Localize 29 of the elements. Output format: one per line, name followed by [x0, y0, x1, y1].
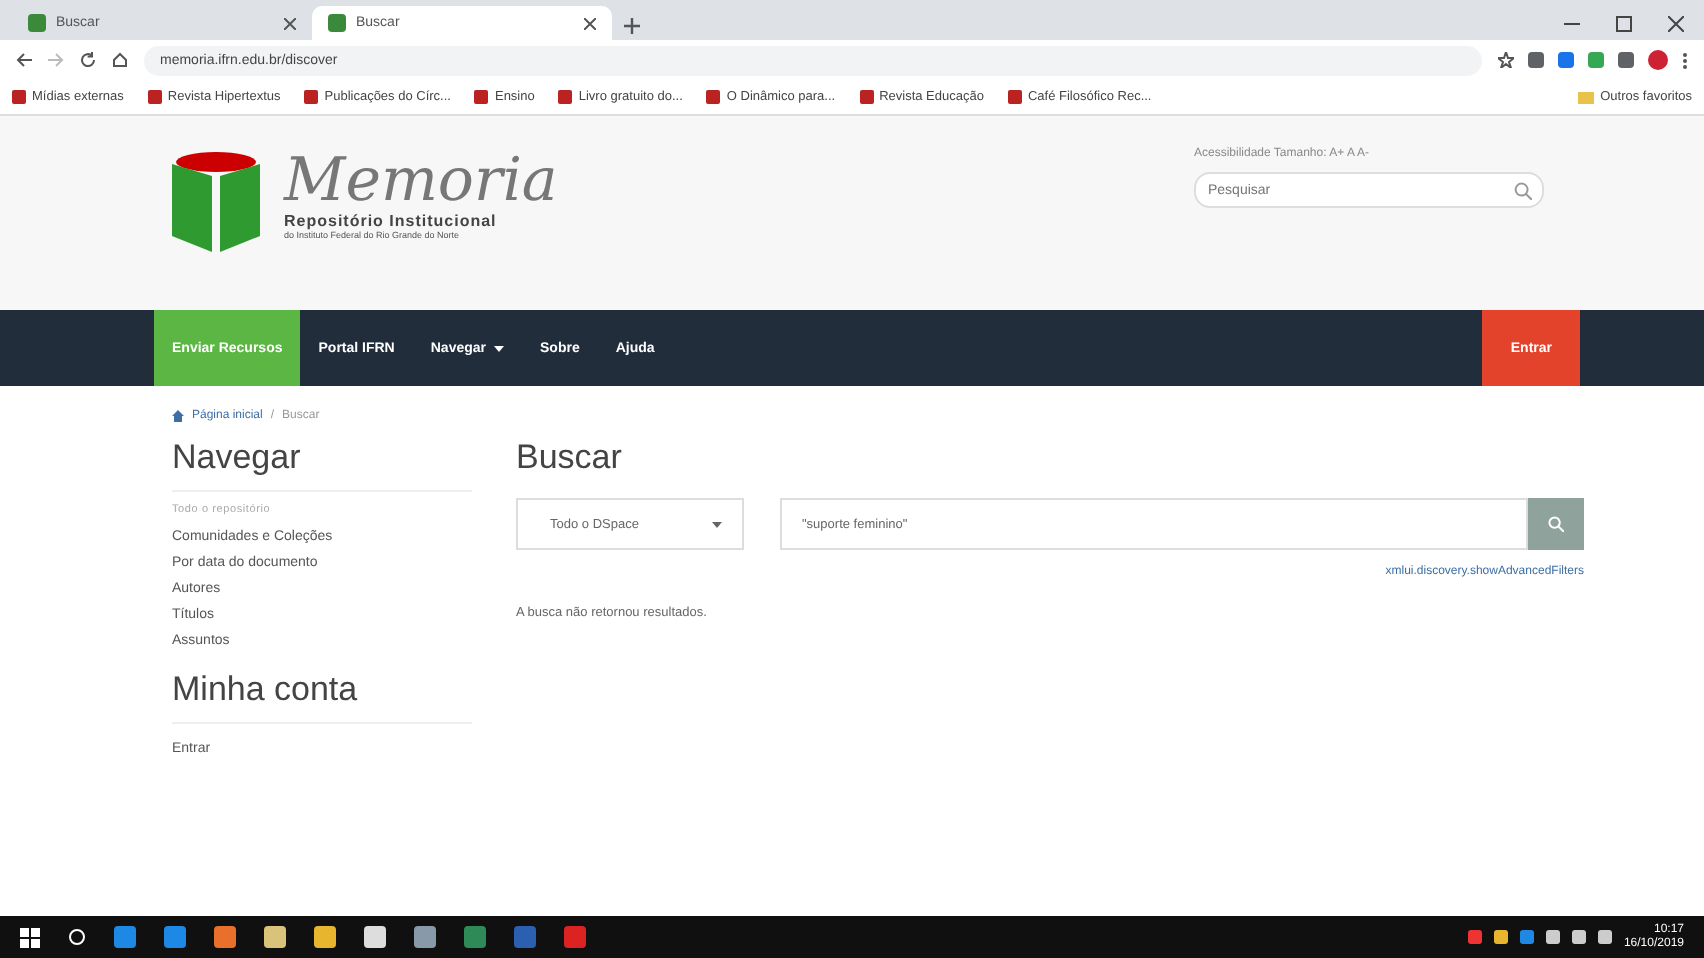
logo-title: Memoria [284, 152, 558, 212]
menu-icon[interactable] [1682, 51, 1688, 69]
app-icon[interactable] [414, 926, 436, 948]
app-icon[interactable] [264, 926, 286, 948]
app-icon[interactable] [464, 926, 486, 948]
page-title: Buscar [516, 438, 624, 480]
search-icon [1548, 516, 1564, 532]
close-icon[interactable] [1668, 16, 1684, 32]
close-icon[interactable] [284, 17, 296, 29]
new-tab-icon[interactable] [624, 18, 640, 34]
app-icon[interactable] [114, 926, 136, 948]
home-icon[interactable] [172, 410, 184, 422]
sidebar-heading: Navegar [172, 438, 472, 492]
home-icon[interactable] [112, 52, 128, 68]
avatar[interactable] [1648, 50, 1668, 70]
app-icon[interactable] [314, 926, 336, 948]
app-icon[interactable] [164, 926, 186, 948]
caret-icon [712, 521, 722, 527]
app-icon[interactable] [364, 926, 386, 948]
sidebar-heading: Minha conta [172, 670, 472, 724]
maximize-icon[interactable] [1616, 16, 1632, 32]
back-icon[interactable] [16, 52, 32, 68]
windows-start-icon[interactable] [20, 927, 40, 947]
close-icon[interactable] [584, 17, 596, 29]
logo-subtitle: Repositório Institucional [284, 212, 499, 230]
app-icon[interactable] [564, 926, 586, 948]
reload-icon[interactable] [80, 52, 96, 68]
app-icon[interactable] [214, 926, 236, 948]
star-icon[interactable] [1498, 52, 1514, 68]
